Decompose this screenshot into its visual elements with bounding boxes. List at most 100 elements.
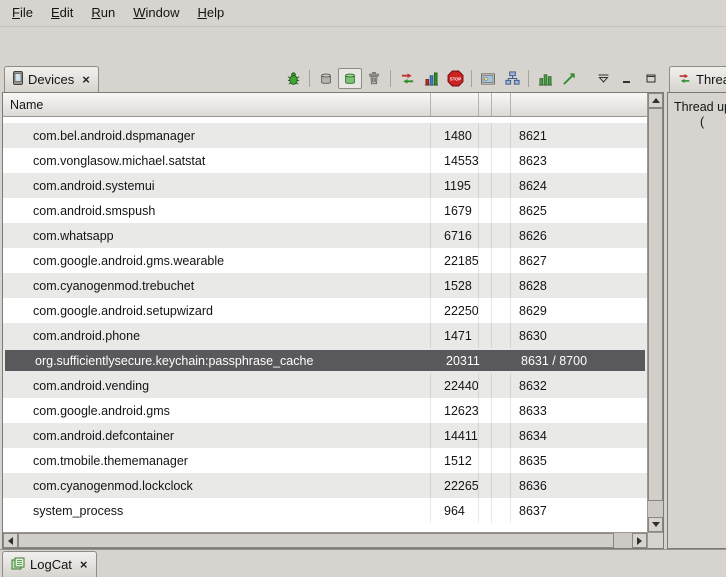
process-spare2 — [492, 148, 511, 173]
table-row[interactable]: com.android.systemui 1195 8624 — [3, 173, 647, 198]
table-row[interactable]: com.android.vending 22440 8632 — [3, 373, 647, 398]
method-profiling-icon[interactable] — [419, 68, 443, 89]
process-name: com.android.defcontainer — [3, 423, 431, 448]
close-icon[interactable]: × — [82, 72, 90, 87]
table-row[interactable]: com.tmobile.thememanager 1512 8635 — [3, 448, 647, 473]
threads-icon — [678, 72, 691, 88]
process-pid: 1528 — [431, 273, 479, 298]
process-name: com.bel.android.dspmanager — [3, 123, 431, 148]
vertical-scroll-track[interactable] — [648, 108, 663, 517]
horizontal-scroll-thumb[interactable] — [18, 533, 614, 548]
hierarchy-view-icon[interactable] — [500, 68, 524, 89]
menu-file[interactable]: File — [3, 1, 42, 25]
screen-capture-icon[interactable] — [476, 68, 500, 89]
table-row[interactable]: org.sufficientlysecure.keychain:passphra… — [3, 348, 647, 373]
process-pid: 1480 — [431, 123, 479, 148]
process-name: com.tmobile.thememanager — [3, 448, 431, 473]
table-row[interactable]: com.android.defcontainer 14411 8634 — [3, 423, 647, 448]
process-spare2 — [492, 273, 511, 298]
process-port: 8637 — [511, 498, 647, 523]
menu-run[interactable]: Run — [82, 1, 124, 25]
debug-process-icon[interactable] — [281, 68, 305, 89]
toolbar-separator — [528, 70, 529, 87]
process-spare1 — [479, 273, 492, 298]
menu-help[interactable]: Help — [188, 1, 233, 25]
process-port: 8632 — [511, 373, 647, 398]
table-row[interactable]: com.google.android.gms 12623 8633 — [3, 398, 647, 423]
table-row[interactable]: com.bel.android.dspmanager 1480 8621 — [3, 123, 647, 148]
process-name: com.google.android.gms — [3, 398, 431, 423]
logcat-icon — [11, 557, 25, 573]
process-name: com.android.systemui — [3, 173, 431, 198]
tab-devices[interactable]: Devices × — [4, 66, 99, 92]
process-spare1 — [479, 223, 492, 248]
process-pid: 6716 — [431, 223, 479, 248]
cause-gc-icon[interactable] — [362, 68, 386, 89]
process-spare2 — [492, 373, 511, 398]
view-menu-icon[interactable] — [591, 68, 615, 89]
process-port: 8623 — [511, 148, 647, 173]
process-spare2 — [492, 123, 511, 148]
process-pid: 1679 — [431, 198, 479, 223]
process-name: com.cyanogenmod.lockclock — [3, 473, 431, 498]
process-port: 8635 — [511, 448, 647, 473]
scroll-right-button[interactable] — [632, 533, 647, 548]
horizontal-scrollbar[interactable] — [3, 533, 647, 548]
table-row[interactable]: com.google.android.gms.wearable 22185 86… — [3, 248, 647, 273]
dump-hprof-icon[interactable] — [338, 68, 362, 89]
maximize-icon[interactable] — [639, 68, 663, 89]
process-name: system_process — [3, 498, 431, 523]
menu-edit[interactable]: Edit — [42, 1, 82, 25]
horizontal-scroll-track[interactable] — [18, 533, 632, 548]
process-pid: 22265 — [431, 473, 479, 498]
update-heap-icon[interactable] — [314, 68, 338, 89]
column-header-pid[interactable] — [431, 93, 479, 116]
column-header-name[interactable]: Name — [3, 93, 431, 116]
logcat-strip: LogCat × — [0, 549, 726, 577]
devices-toolbar: STOP — [281, 68, 663, 89]
process-port: 8624 — [511, 173, 647, 198]
devices-panel-header: Devices × — [2, 61, 664, 92]
process-spare2 — [492, 198, 511, 223]
table-row[interactable]: com.android.smspush 1679 8625 — [3, 198, 647, 223]
column-header-spare1[interactable] — [479, 93, 492, 116]
column-header-port[interactable] — [511, 93, 647, 116]
process-spare2 — [492, 448, 511, 473]
tab-threads[interactable]: Threads — [669, 66, 726, 92]
minimize-icon[interactable] — [615, 68, 639, 89]
close-icon[interactable]: × — [80, 557, 88, 572]
vertical-scroll-thumb[interactable] — [648, 108, 663, 501]
tab-devices-label: Devices — [28, 72, 74, 87]
process-pid: 22440 — [431, 373, 479, 398]
menu-window[interactable]: Window — [124, 1, 188, 25]
process-port: 8634 — [511, 423, 647, 448]
process-pid: 14553 — [431, 148, 479, 173]
table-row[interactable]: com.android.phone 1471 8630 — [3, 323, 647, 348]
scroll-left-button[interactable] — [3, 533, 18, 548]
table-row[interactable]: com.google.android.setupwizard 22250 862… — [3, 298, 647, 323]
process-name: com.google.android.setupwizard — [3, 298, 431, 323]
scroll-down-button[interactable] — [648, 517, 663, 532]
table-row[interactable]: system_process 964 8637 — [3, 498, 647, 523]
table-row[interactable]: com.vonglasow.michael.satstat 14553 8623 — [3, 148, 647, 173]
process-name: org.sufficientlysecure.keychain:passphra… — [5, 350, 433, 371]
table-row[interactable]: com.whatsapp 6716 8626 — [3, 223, 647, 248]
process-spare1 — [479, 148, 492, 173]
table-row[interactable]: com.cyanogenmod.trebuchet 1528 8628 — [3, 273, 647, 298]
process-spare1 — [479, 173, 492, 198]
process-pid: 12623 — [431, 398, 479, 423]
table-row[interactable]: com.cyanogenmod.lockclock 22265 8636 — [3, 473, 647, 498]
arrow-down-icon — [652, 522, 660, 527]
process-spare2 — [492, 398, 511, 423]
update-threads-icon[interactable] — [395, 68, 419, 89]
column-header-spare2[interactable] — [492, 93, 511, 116]
stop-process-icon[interactable]: STOP — [443, 68, 467, 89]
toolbar-separator — [309, 70, 310, 87]
scroll-up-button[interactable] — [648, 93, 663, 108]
devices-icon — [13, 71, 23, 88]
svg-text:STOP: STOP — [449, 76, 461, 81]
frame-stats-icon[interactable] — [557, 68, 581, 89]
tab-logcat[interactable]: LogCat × — [2, 551, 97, 577]
vertical-scrollbar[interactable] — [647, 93, 663, 532]
capture-sysinfo-icon[interactable] — [533, 68, 557, 89]
